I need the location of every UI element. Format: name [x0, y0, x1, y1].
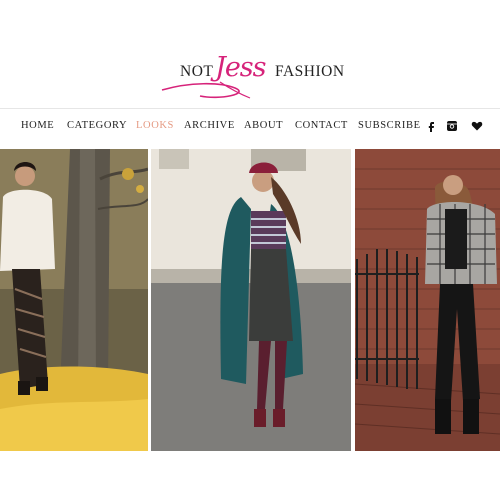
logo-word-not: NOT [180, 63, 214, 80]
nav-item-looks[interactable]: LOOKS [136, 120, 174, 131]
heart-icon[interactable] [471, 119, 483, 131]
logo-script-name: Jess [215, 52, 267, 83]
main-nav: HOME CATEGORY LOOKS ARCHIVE ABOUT CONTAC… [0, 109, 500, 145]
nav-item-category[interactable]: CATEGORY [67, 120, 127, 131]
nav-item-subscribe[interactable]: SUBSCRIBE [358, 120, 421, 131]
logo-word-fashion: FASHION [275, 63, 345, 80]
nav-item-archive[interactable]: ARCHIVE [184, 120, 235, 131]
nav-item-contact[interactable]: CONTACT [295, 120, 348, 131]
look-photo-3[interactable] [355, 149, 500, 451]
looks-gallery [0, 149, 500, 451]
look-photo-2[interactable] [151, 149, 351, 451]
nav-item-about[interactable]: ABOUT [244, 120, 283, 131]
site-logo[interactable]: NOT Jess FASHION [160, 52, 350, 104]
facebook-icon[interactable] [425, 119, 437, 132]
instagram-icon[interactable] [446, 119, 458, 131]
nav-item-home[interactable]: HOME [21, 120, 54, 131]
site-header: NOT Jess FASHION [0, 0, 500, 108]
look-photo-1[interactable] [0, 149, 148, 451]
